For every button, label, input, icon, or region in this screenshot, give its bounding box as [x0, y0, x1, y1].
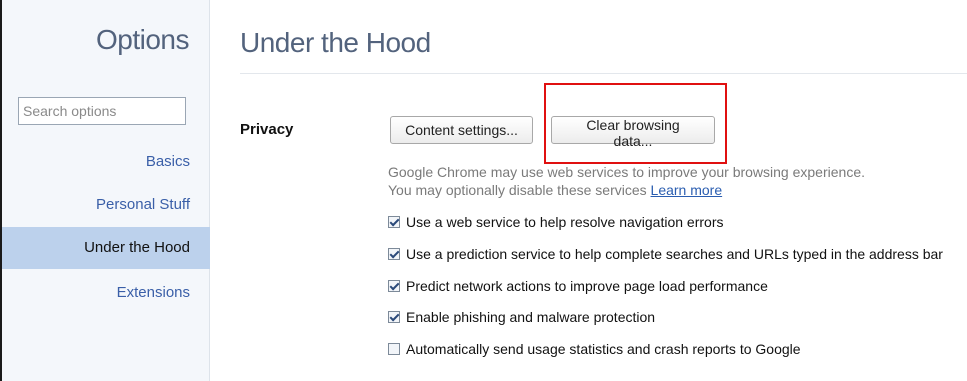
- nav-item-personal-stuff[interactable]: Personal Stuff: [2, 184, 210, 226]
- learn-more-link[interactable]: Learn more: [651, 182, 723, 198]
- checkbox-row-navigation-errors[interactable]: Use a web service to help resolve naviga…: [388, 212, 724, 232]
- nav-item-basics[interactable]: Basics: [2, 141, 210, 183]
- checkbox-prediction-service[interactable]: [388, 248, 400, 260]
- checkbox-row-usage-statistics[interactable]: Automatically send usage statistics and …: [388, 339, 801, 359]
- checkbox-row-phishing-protection[interactable]: Enable phishing and malware protection: [388, 307, 655, 327]
- checkbox-label: Automatically send usage statistics and …: [406, 341, 801, 357]
- checkbox-phishing-protection[interactable]: [388, 311, 400, 323]
- checkbox-label: Use a prediction service to help complet…: [406, 246, 943, 262]
- sidebar-title: Options: [96, 24, 190, 55]
- search-options-input[interactable]: [18, 97, 186, 125]
- checkbox-label: Use a web service to help resolve naviga…: [406, 214, 724, 230]
- privacy-section-label: Privacy: [240, 121, 294, 138]
- title-divider: [240, 73, 967, 74]
- checkbox-predict-network-actions[interactable]: [388, 280, 400, 292]
- privacy-description-line1: Google Chrome may use web services to im…: [388, 164, 865, 180]
- nav-item-under-the-hood[interactable]: Under the Hood: [2, 227, 210, 269]
- checkbox-row-predict-network-actions[interactable]: Predict network actions to improve page …: [388, 276, 768, 296]
- highlight-annotation-box: [544, 83, 727, 164]
- checkbox-label: Enable phishing and malware protection: [406, 309, 656, 325]
- privacy-description-text: You may optionally disable these service…: [388, 182, 647, 198]
- privacy-description-line2: You may optionally disable these service…: [388, 182, 722, 198]
- checkbox-navigation-errors[interactable]: [388, 216, 400, 228]
- content-settings-button[interactable]: Content settings...: [390, 116, 533, 144]
- nav-item-extensions[interactable]: Extensions: [2, 272, 210, 314]
- sidebar: Options Basics Personal Stuff Under the …: [0, 0, 210, 381]
- checkbox-usage-statistics[interactable]: [388, 343, 400, 355]
- checkbox-label: Predict network actions to improve page …: [406, 278, 768, 294]
- checkbox-row-prediction-service[interactable]: Use a prediction service to help complet…: [388, 244, 943, 264]
- page-title: Under the Hood: [240, 27, 431, 58]
